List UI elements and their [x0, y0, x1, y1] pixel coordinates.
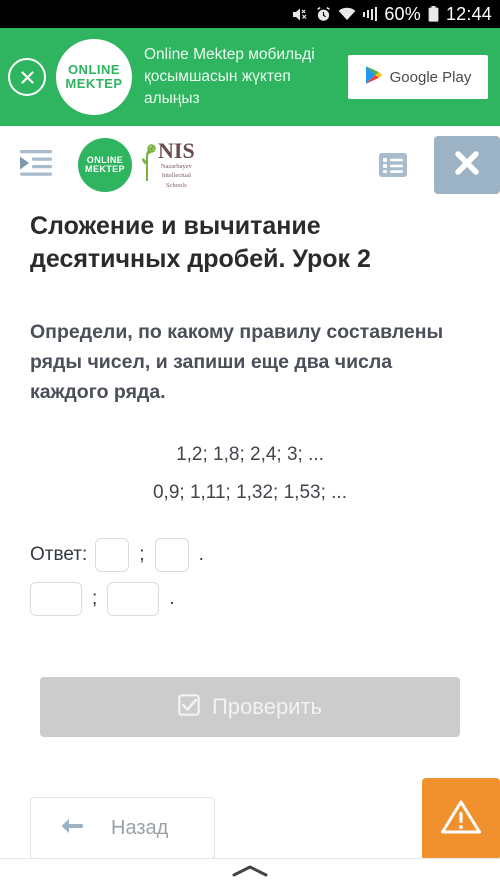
answer-input-4[interactable] [107, 581, 160, 616]
answer-label: Ответ: [30, 543, 88, 565]
answer-input-2[interactable] [154, 537, 189, 572]
google-play-button[interactable]: Google Play [348, 55, 488, 99]
ad-logo-line2: MEKTEP [65, 76, 123, 91]
google-play-icon [365, 65, 383, 90]
answer-row-2: ; . [30, 581, 470, 616]
phone-screen: 60% 12:44 ONLINE MEKTEP Online Mektep мо… [0, 0, 500, 888]
nis-logo: NIS Nazarbayev Intellectual Schools [138, 140, 195, 189]
nis-logo-sub1: Nazarbayev [160, 163, 192, 171]
mute-icon [292, 7, 309, 22]
format-indent-icon[interactable] [18, 148, 54, 183]
page-title: Сложение и вычитание десятичных дробей. … [30, 212, 371, 273]
google-play-label: Google Play [389, 68, 472, 86]
checkbox-checked-icon [178, 693, 200, 721]
header-logo-line2: MEKTEP [85, 164, 125, 174]
check-button-label: Проверить [211, 694, 323, 719]
alarm-icon [316, 6, 331, 22]
back-button[interactable]: Назад [30, 797, 215, 859]
answer-input-1[interactable] [95, 537, 130, 572]
warning-triangle-icon [440, 798, 482, 841]
status-bar: 60% 12:44 [0, 0, 500, 28]
sequence-row-1: 1,2; 1,8; 2,4; 3; ... [176, 443, 324, 465]
signal-icon [362, 7, 378, 21]
check-button[interactable]: Проверить [40, 677, 460, 737]
nis-logo-sub2: Intellectual [161, 172, 191, 180]
answer-block: Ответ: ; . ; . [30, 537, 470, 616]
wifi-icon [338, 7, 356, 21]
answer-separator-2: ; [92, 587, 98, 609]
system-nav-bar [0, 858, 500, 888]
answer-separator-1: ; [139, 543, 145, 565]
close-circle-icon[interactable] [8, 58, 46, 96]
ad-logo-line1: ONLINE [67, 62, 121, 78]
answer-input-3[interactable] [30, 581, 82, 616]
sequence-row-2: 0,9; 1,11; 1,32; 1,53; ... [152, 481, 347, 503]
ad-text: Online Mektep мобильді қосымшасын жүктеп… [144, 46, 315, 107]
header-online-mektep-logo: ONLINE MEKTEP [78, 138, 132, 192]
battery-icon [428, 6, 439, 22]
answer-terminator-2: . [169, 587, 175, 609]
close-button[interactable] [434, 136, 500, 194]
back-button-label: Назад [111, 816, 169, 839]
close-icon [453, 149, 481, 182]
ad-online-mektep-logo: ONLINE MEKTEP [56, 39, 132, 115]
question-text: Определи, по какому правилу составлены р… [30, 321, 444, 404]
answer-terminator-1: . [198, 543, 204, 565]
nis-logo-sub3: Schools [166, 181, 187, 189]
nis-logo-main: NIS [158, 138, 195, 164]
clock-time: 12:44 [445, 3, 492, 24]
arrow-left-icon [59, 816, 85, 841]
ad-banner[interactable]: ONLINE MEKTEP Online Mektep мобильді қос… [0, 28, 500, 126]
nis-leaf-icon [138, 143, 156, 188]
battery-percent: 60% [384, 3, 421, 24]
chevron-up-icon[interactable] [228, 862, 272, 885]
lesson-content: Сложение и вычитание десятичных дробей. … [0, 204, 500, 616]
answer-row-1: Ответ: ; . [30, 537, 470, 572]
report-problem-button[interactable] [422, 778, 500, 860]
list-view-icon[interactable] [378, 150, 408, 180]
app-header: ONLINE MEKTEP NIS Nazarbayev Intellectua… [0, 126, 500, 204]
